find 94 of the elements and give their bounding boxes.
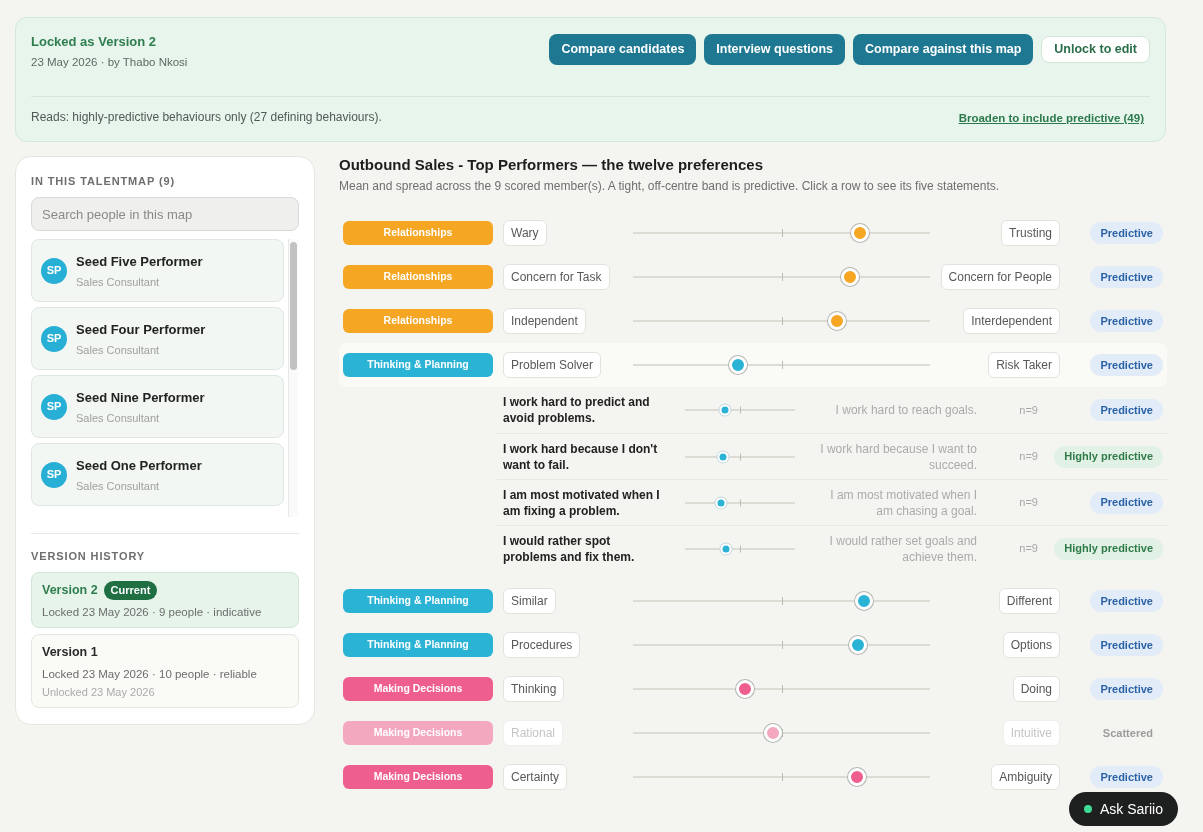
member-name: Seed One Performer bbox=[76, 457, 202, 475]
category-tag: Making Decisions bbox=[343, 677, 493, 701]
left-pole-label: Wary bbox=[503, 220, 547, 246]
left-pole-label: Problem Solver bbox=[503, 352, 602, 378]
avatar: SP bbox=[41, 325, 67, 352]
version-details: Locked 23 May 2026 · 10 people · reliable bbox=[42, 667, 258, 681]
status-badge: Predictive bbox=[1090, 590, 1163, 612]
right-pole-label: Risk Taker bbox=[988, 352, 1060, 378]
sample-count: n=9 bbox=[1019, 495, 1038, 511]
status-badge: Predictive bbox=[1090, 399, 1163, 421]
action-button[interactable]: Interview questions bbox=[704, 34, 846, 65]
status-badge: Predictive bbox=[1090, 678, 1163, 700]
right-pole-label: Concern for People bbox=[940, 264, 1060, 290]
category-tag: Thinking & Planning bbox=[343, 633, 493, 657]
version-card[interactable]: Version 1 Locked 23 May 2026 · 10 people · reliable Unlocked 23 May 2026 bbox=[31, 634, 299, 708]
scrollbar-thumb[interactable] bbox=[290, 242, 297, 370]
version-card[interactable]: Version 2 Current Locked 23 May 2026 · 9 people · indicative bbox=[31, 572, 299, 628]
member-card[interactable]: SP Seed One Performer Sales Consultant bbox=[31, 443, 284, 506]
member-role: Sales Consultant bbox=[76, 479, 160, 493]
member-role: Sales Consultant bbox=[76, 411, 160, 425]
member-role: Sales Consultant bbox=[76, 275, 160, 289]
status-badge: Predictive bbox=[1090, 266, 1163, 288]
status-badge: Predictive bbox=[1090, 766, 1163, 788]
action-button[interactable]: Unlock to edit bbox=[1041, 36, 1150, 63]
scrollbar[interactable] bbox=[288, 239, 298, 517]
category-tag: Relationships bbox=[343, 309, 493, 333]
version-note: Unlocked 23 May 2026 bbox=[42, 686, 156, 699]
category-tag: Making Decisions bbox=[343, 765, 493, 789]
right-pole-label: Interdependent bbox=[963, 308, 1060, 334]
version-label: Version 2 bbox=[42, 582, 98, 600]
avatar: SP bbox=[41, 461, 67, 488]
category-tag: Relationships bbox=[343, 221, 493, 245]
status-badge: Predictive bbox=[1090, 354, 1163, 376]
member-name: Seed Four Performer bbox=[76, 321, 206, 339]
left-pole-label: Concern for Task bbox=[503, 264, 610, 290]
version-details: Locked 23 May 2026 · 9 people · indicative bbox=[42, 605, 263, 619]
action-button[interactable]: Compare candidates bbox=[549, 34, 697, 65]
status-badge: Predictive bbox=[1090, 634, 1163, 656]
statement-text: I work hard to predict and avoid problems. bbox=[503, 394, 651, 426]
status-label: Scattered bbox=[1101, 725, 1154, 741]
statement-text: I work hard because I don't want to fail. bbox=[503, 440, 659, 473]
section-heading: IN THIS TALENTMAP (9) bbox=[31, 175, 176, 188]
member-card[interactable]: SP Seed Four Performer Sales Consultant bbox=[31, 307, 284, 370]
avatar: SP bbox=[41, 393, 67, 420]
statement-text: I am most motivated when I am fixing a problem. bbox=[503, 486, 661, 519]
category-tag: Relationships bbox=[343, 265, 493, 289]
category-tag: Thinking & Planning bbox=[343, 589, 493, 613]
avatar: SP bbox=[41, 257, 67, 284]
current-badge: Current bbox=[103, 581, 158, 600]
member-card[interactable]: SP Seed Five Performer Sales Consultant bbox=[31, 239, 284, 302]
member-role: Sales Consultant bbox=[76, 343, 160, 357]
right-pole-label: Different bbox=[998, 588, 1060, 614]
category-tag: Making Decisions bbox=[343, 721, 493, 745]
left-pole-label: Rational bbox=[503, 720, 564, 746]
right-pole-label: Doing bbox=[1012, 676, 1060, 702]
category-tag: Thinking & Planning bbox=[343, 353, 493, 377]
action-button[interactable]: Compare against this map bbox=[853, 34, 1034, 65]
left-pole-label: Procedures bbox=[503, 632, 581, 658]
status-badge: Predictive bbox=[1090, 310, 1163, 332]
preference-row[interactable]: Relationships Independent Interdependent Predictive bbox=[339, 299, 1167, 343]
section-description: Mean and spread across the 9 scored member(s). A tight, off-centre band is predictive. Click a row to see its five statements. bbox=[339, 179, 1001, 194]
member-card[interactable]: SP Seed Nine Performer Sales Consultant bbox=[31, 375, 284, 438]
preference-row[interactable]: Thinking & Planning Procedures Options Predictive bbox=[339, 623, 1167, 667]
banner-note: Reads: highly-predictive behaviours only (27 defining behaviours). bbox=[31, 110, 382, 125]
sample-count: n=9 bbox=[1019, 541, 1038, 557]
preference-row[interactable]: Making Decisions Thinking Doing Predictive bbox=[339, 667, 1167, 711]
version-label: Version 1 bbox=[42, 644, 98, 662]
preference-row[interactable]: Relationships Wary Trusting Predictive bbox=[339, 211, 1167, 255]
broaden-link[interactable]: Broaden to include predictive (49) bbox=[958, 111, 1144, 125]
assistant-button[interactable]: Ask Sariio bbox=[1068, 792, 1178, 826]
preference-row[interactable]: Relationships Concern for Task Concern for People Predictive bbox=[339, 255, 1167, 299]
sample-count: n=9 bbox=[1019, 449, 1038, 465]
member-name: Seed Nine Performer bbox=[76, 389, 205, 407]
member-name: Seed Five Performer bbox=[76, 253, 203, 271]
left-pole-label: Thinking bbox=[503, 676, 565, 702]
left-pole-label: Similar bbox=[503, 588, 556, 614]
status-badge: Highly predictive bbox=[1054, 445, 1163, 468]
right-pole-label: Intuitive bbox=[1002, 720, 1060, 746]
status-badge: Predictive bbox=[1090, 222, 1163, 244]
right-pole-label: Ambiguity bbox=[991, 764, 1060, 790]
right-pole-label: Trusting bbox=[1001, 220, 1060, 246]
search-field[interactable]: Search people in this map bbox=[31, 197, 299, 231]
section-heading: VERSION HISTORY bbox=[31, 550, 147, 563]
left-pole-label: Certainty bbox=[503, 764, 568, 790]
banner-subtitle: 23 May 2026 · by Thabo Nkosi bbox=[31, 55, 188, 69]
status-badge: Predictive bbox=[1090, 491, 1163, 514]
sample-count: n=9 bbox=[1019, 402, 1038, 418]
statement-text: I would rather spot problems and fix them. bbox=[503, 532, 636, 565]
status-badge: Highly predictive bbox=[1054, 537, 1163, 560]
preference-row[interactable]: Thinking & Planning Similar Different Predictive bbox=[339, 579, 1167, 623]
banner-title: Locked as Version 2 bbox=[31, 34, 157, 50]
right-pole-label: Options bbox=[1002, 632, 1060, 658]
left-pole-label: Independent bbox=[503, 308, 586, 334]
section-title: Outbound Sales - Top Performers — the twelve preferences bbox=[339, 156, 764, 174]
